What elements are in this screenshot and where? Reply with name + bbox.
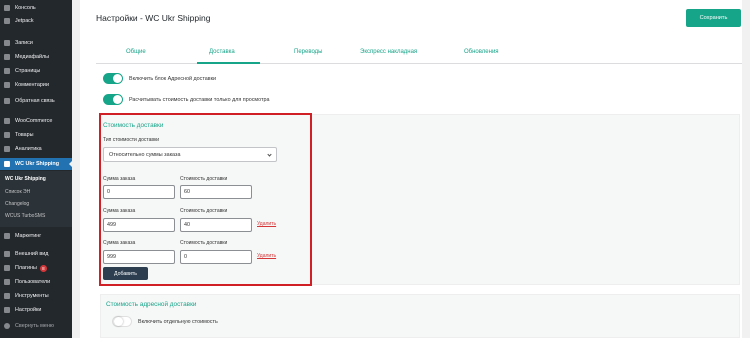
sidebar-item-settings[interactable]: Настройки [0,304,72,316]
dashboard-icon [4,5,10,11]
page-title: Настройки - WC Ukr Shipping [96,13,211,23]
sidebar-item-label: Консоль [15,5,36,11]
sidebar-item-marketing[interactable]: Маркетинг [0,230,72,242]
submenu-item-wc-ukr-shipping[interactable]: WC Ukr Shipping [5,176,46,182]
sidebar-item-label: Товары [15,132,34,138]
main-content: Настройки - WC Ukr Shipping Сохранить Об… [72,0,750,338]
sidebar-item-analytics[interactable]: Аналитика [0,143,72,155]
shipping-icon [4,161,10,167]
comments-icon [4,82,10,88]
submenu-item-changelog[interactable]: Changelog [5,201,29,207]
tab-express-waybill[interactable]: Экспресс накладная [360,49,417,55]
sidebar-item-label: Внешний вид [15,251,49,257]
collapse-menu-button[interactable]: Свернуть меню [0,320,72,332]
sidebar-item-label: Пользователи [15,279,51,285]
address-cost-toggle-label: Включить отдельную стоимость [138,318,218,325]
sidebar-item-appearance[interactable]: Внешний вид [0,248,72,260]
submenu-item-turbosms[interactable]: WCUS TurboSMS [5,213,45,219]
feedback-icon [4,98,10,104]
submenu: WC Ukr Shipping Список ЭН Changelog WCUS… [0,171,72,227]
calc-cost-toggle[interactable] [103,94,123,105]
sidebar-item-comments[interactable]: Комментарии [0,79,72,91]
submenu-item-waybills[interactable]: Список ЭН [5,189,30,195]
sidebar-item-label: Страницы [15,68,41,74]
tab-updates[interactable]: Обновления [464,49,499,55]
address-delivery-toggle[interactable] [103,73,123,84]
sidebar-item-label: Настройки [15,307,42,313]
pages-icon [4,68,10,74]
address-cost-title: Стоимость адресной доставки [106,301,197,308]
settings-icon [4,307,10,313]
sidebar-item-label: Комментарии [15,82,49,88]
active-tab-indicator [197,62,260,64]
tools-icon [4,293,10,299]
sidebar-item-woocommerce[interactable]: WooCommerce [0,115,72,127]
sidebar-item-wc-ukr-shipping[interactable]: WC Ukr Shipping [0,158,72,170]
sidebar-item-dashboard[interactable]: Консоль [0,2,72,14]
address-cost-toggle[interactable] [112,316,132,327]
calc-cost-toggle-row: Расчитывать стоимость доставки только дл… [103,94,269,105]
media-icon [4,54,10,60]
highlight-frame [99,113,312,286]
jetpack-icon [4,18,10,24]
woocommerce-icon [4,118,10,124]
sidebar-item-plugins[interactable]: Плагины 8 [0,262,72,274]
sidebar-item-jetpack[interactable]: Jetpack [0,15,72,27]
sidebar-item-feedback[interactable]: Обратная связь [0,95,72,107]
save-button[interactable]: Сохранить [686,9,741,27]
tab-general[interactable]: Общие [126,49,146,55]
sidebar-item-label: Инструменты [15,293,49,299]
sidebar-item-label: WooCommerce [15,118,53,124]
sidebar-item-media[interactable]: Медиафайлы [0,51,72,63]
sidebar-item-label: Маркетинг [15,233,42,239]
sidebar-item-label: Jetpack [15,18,34,24]
sidebar-item-tools[interactable]: Инструменты [0,290,72,302]
marketing-icon [4,233,10,239]
sidebar-item-label: Обратная связь [15,98,55,104]
address-delivery-toggle-row: Включить блок Адресной доставки [103,73,216,84]
sidebar-item-users[interactable]: Пользователи [0,276,72,288]
sidebar-item-label: Плагины [15,265,37,271]
address-cost-toggle-row: Включить отдельную стоимость [112,316,218,327]
sidebar-item-label: Записи [15,40,33,46]
tab-delivery[interactable]: Доставка [209,49,235,55]
address-delivery-toggle-label: Включить блок Адресной доставки [129,75,216,82]
plugins-update-badge: 8 [39,264,47,272]
collapse-icon [4,323,10,329]
settings-tabs: Общие Доставка Переводы Экспресс накладн… [96,42,742,64]
appearance-icon [4,251,10,257]
sidebar-item-pages[interactable]: Страницы [0,65,72,77]
analytics-icon [4,146,10,152]
sidebar-item-label: Свернуть меню [15,323,54,329]
sidebar-item-label: Аналитика [15,146,42,152]
posts-icon [4,40,10,46]
users-icon [4,279,10,285]
products-icon [4,132,10,138]
tab-translations[interactable]: Переводы [294,49,322,55]
sidebar-item-posts[interactable]: Записи [0,37,72,49]
sidebar-item-label: Медиафайлы [15,54,50,60]
plugins-icon [4,265,10,271]
address-cost-section: Стоимость адресной доставки Включить отд… [100,294,740,338]
calc-cost-toggle-label: Расчитывать стоимость доставки только дл… [129,96,270,103]
sidebar-item-label: WC Ukr Shipping [15,161,60,167]
sidebar-item-products[interactable]: Товары [0,129,72,141]
admin-sidebar: Консоль Jetpack Записи Медиафайлы Страни… [0,0,72,338]
settings-panel: Настройки - WC Ukr Shipping Сохранить Об… [80,0,742,338]
